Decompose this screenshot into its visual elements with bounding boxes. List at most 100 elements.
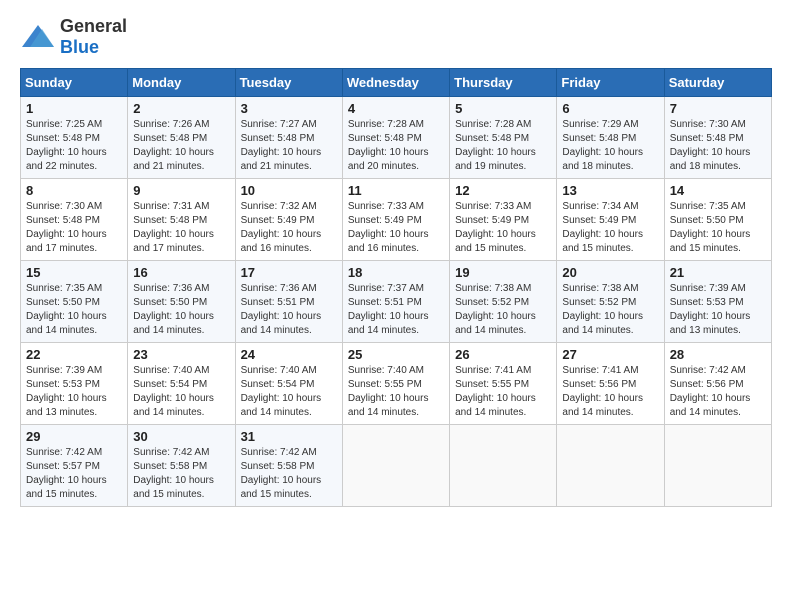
day-cell: 3 Sunrise: 7:27 AMSunset: 5:48 PMDayligh… [235, 97, 342, 179]
day-number: 22 [26, 347, 123, 362]
day-info: Sunrise: 7:42 AMSunset: 5:57 PMDaylight:… [26, 447, 107, 500]
day-cell: 1 Sunrise: 7:25 AMSunset: 5:48 PMDayligh… [21, 97, 128, 179]
day-cell: 25 Sunrise: 7:40 AMSunset: 5:55 PMDaylig… [342, 343, 449, 425]
week-row-5: 29 Sunrise: 7:42 AMSunset: 5:57 PMDaylig… [21, 425, 772, 507]
day-number: 31 [241, 429, 338, 444]
day-info: Sunrise: 7:26 AMSunset: 5:48 PMDaylight:… [133, 119, 214, 172]
day-cell: 23 Sunrise: 7:40 AMSunset: 5:54 PMDaylig… [128, 343, 235, 425]
day-cell: 17 Sunrise: 7:36 AMSunset: 5:51 PMDaylig… [235, 261, 342, 343]
day-cell: 2 Sunrise: 7:26 AMSunset: 5:48 PMDayligh… [128, 97, 235, 179]
day-info: Sunrise: 7:28 AMSunset: 5:48 PMDaylight:… [455, 119, 536, 172]
week-row-3: 15 Sunrise: 7:35 AMSunset: 5:50 PMDaylig… [21, 261, 772, 343]
day-cell: 20 Sunrise: 7:38 AMSunset: 5:52 PMDaylig… [557, 261, 664, 343]
day-info: Sunrise: 7:30 AMSunset: 5:48 PMDaylight:… [26, 201, 107, 254]
day-number: 29 [26, 429, 123, 444]
header-area: General Blue [20, 16, 772, 58]
day-number: 17 [241, 265, 338, 280]
day-info: Sunrise: 7:39 AMSunset: 5:53 PMDaylight:… [26, 365, 107, 418]
logo-text: General Blue [60, 16, 127, 58]
day-number: 20 [562, 265, 659, 280]
day-info: Sunrise: 7:42 AMSunset: 5:58 PMDaylight:… [241, 447, 322, 500]
day-cell [342, 425, 449, 507]
day-cell: 8 Sunrise: 7:30 AMSunset: 5:48 PMDayligh… [21, 179, 128, 261]
day-info: Sunrise: 7:37 AMSunset: 5:51 PMDaylight:… [348, 283, 429, 336]
day-number: 13 [562, 183, 659, 198]
day-cell: 7 Sunrise: 7:30 AMSunset: 5:48 PMDayligh… [664, 97, 771, 179]
day-info: Sunrise: 7:40 AMSunset: 5:54 PMDaylight:… [241, 365, 322, 418]
day-number: 12 [455, 183, 552, 198]
day-info: Sunrise: 7:38 AMSunset: 5:52 PMDaylight:… [562, 283, 643, 336]
day-number: 5 [455, 101, 552, 116]
day-cell: 5 Sunrise: 7:28 AMSunset: 5:48 PMDayligh… [450, 97, 557, 179]
day-info: Sunrise: 7:40 AMSunset: 5:54 PMDaylight:… [133, 365, 214, 418]
day-cell: 11 Sunrise: 7:33 AMSunset: 5:49 PMDaylig… [342, 179, 449, 261]
day-info: Sunrise: 7:32 AMSunset: 5:49 PMDaylight:… [241, 201, 322, 254]
day-number: 7 [670, 101, 767, 116]
day-info: Sunrise: 7:35 AMSunset: 5:50 PMDaylight:… [26, 283, 107, 336]
day-number: 27 [562, 347, 659, 362]
day-number: 14 [670, 183, 767, 198]
day-cell: 18 Sunrise: 7:37 AMSunset: 5:51 PMDaylig… [342, 261, 449, 343]
day-info: Sunrise: 7:30 AMSunset: 5:48 PMDaylight:… [670, 119, 751, 172]
logo: General Blue [20, 16, 127, 58]
weekday-header-thursday: Thursday [450, 69, 557, 97]
day-info: Sunrise: 7:29 AMSunset: 5:48 PMDaylight:… [562, 119, 643, 172]
weekday-header-saturday: Saturday [664, 69, 771, 97]
page: General Blue SundayMondayTuesdayWednesda… [0, 0, 792, 517]
day-cell: 6 Sunrise: 7:29 AMSunset: 5:48 PMDayligh… [557, 97, 664, 179]
day-number: 11 [348, 183, 445, 198]
day-info: Sunrise: 7:36 AMSunset: 5:50 PMDaylight:… [133, 283, 214, 336]
day-number: 19 [455, 265, 552, 280]
weekday-header-row: SundayMondayTuesdayWednesdayThursdayFrid… [21, 69, 772, 97]
day-number: 15 [26, 265, 123, 280]
day-cell: 21 Sunrise: 7:39 AMSunset: 5:53 PMDaylig… [664, 261, 771, 343]
day-number: 1 [26, 101, 123, 116]
day-cell: 30 Sunrise: 7:42 AMSunset: 5:58 PMDaylig… [128, 425, 235, 507]
day-info: Sunrise: 7:34 AMSunset: 5:49 PMDaylight:… [562, 201, 643, 254]
day-cell: 24 Sunrise: 7:40 AMSunset: 5:54 PMDaylig… [235, 343, 342, 425]
day-cell: 13 Sunrise: 7:34 AMSunset: 5:49 PMDaylig… [557, 179, 664, 261]
day-number: 18 [348, 265, 445, 280]
day-cell: 4 Sunrise: 7:28 AMSunset: 5:48 PMDayligh… [342, 97, 449, 179]
day-cell: 14 Sunrise: 7:35 AMSunset: 5:50 PMDaylig… [664, 179, 771, 261]
day-number: 6 [562, 101, 659, 116]
day-cell: 31 Sunrise: 7:42 AMSunset: 5:58 PMDaylig… [235, 425, 342, 507]
week-row-1: 1 Sunrise: 7:25 AMSunset: 5:48 PMDayligh… [21, 97, 772, 179]
day-cell: 19 Sunrise: 7:38 AMSunset: 5:52 PMDaylig… [450, 261, 557, 343]
day-cell: 26 Sunrise: 7:41 AMSunset: 5:55 PMDaylig… [450, 343, 557, 425]
day-number: 9 [133, 183, 230, 198]
day-number: 2 [133, 101, 230, 116]
weekday-header-friday: Friday [557, 69, 664, 97]
day-number: 4 [348, 101, 445, 116]
day-info: Sunrise: 7:39 AMSunset: 5:53 PMDaylight:… [670, 283, 751, 336]
weekday-header-sunday: Sunday [21, 69, 128, 97]
weekday-header-wednesday: Wednesday [342, 69, 449, 97]
logo-icon [20, 23, 56, 51]
week-row-2: 8 Sunrise: 7:30 AMSunset: 5:48 PMDayligh… [21, 179, 772, 261]
day-cell: 22 Sunrise: 7:39 AMSunset: 5:53 PMDaylig… [21, 343, 128, 425]
day-number: 24 [241, 347, 338, 362]
day-info: Sunrise: 7:41 AMSunset: 5:56 PMDaylight:… [562, 365, 643, 418]
day-number: 3 [241, 101, 338, 116]
day-cell: 29 Sunrise: 7:42 AMSunset: 5:57 PMDaylig… [21, 425, 128, 507]
day-info: Sunrise: 7:40 AMSunset: 5:55 PMDaylight:… [348, 365, 429, 418]
day-info: Sunrise: 7:38 AMSunset: 5:52 PMDaylight:… [455, 283, 536, 336]
day-cell [664, 425, 771, 507]
day-info: Sunrise: 7:25 AMSunset: 5:48 PMDaylight:… [26, 119, 107, 172]
day-number: 26 [455, 347, 552, 362]
week-row-4: 22 Sunrise: 7:39 AMSunset: 5:53 PMDaylig… [21, 343, 772, 425]
day-number: 28 [670, 347, 767, 362]
day-cell [557, 425, 664, 507]
day-cell: 15 Sunrise: 7:35 AMSunset: 5:50 PMDaylig… [21, 261, 128, 343]
day-number: 23 [133, 347, 230, 362]
day-cell: 9 Sunrise: 7:31 AMSunset: 5:48 PMDayligh… [128, 179, 235, 261]
day-info: Sunrise: 7:42 AMSunset: 5:58 PMDaylight:… [133, 447, 214, 500]
day-info: Sunrise: 7:28 AMSunset: 5:48 PMDaylight:… [348, 119, 429, 172]
weekday-header-monday: Monday [128, 69, 235, 97]
day-info: Sunrise: 7:27 AMSunset: 5:48 PMDaylight:… [241, 119, 322, 172]
day-cell [450, 425, 557, 507]
day-number: 10 [241, 183, 338, 198]
calendar-table: SundayMondayTuesdayWednesdayThursdayFrid… [20, 68, 772, 507]
day-number: 25 [348, 347, 445, 362]
day-info: Sunrise: 7:41 AMSunset: 5:55 PMDaylight:… [455, 365, 536, 418]
